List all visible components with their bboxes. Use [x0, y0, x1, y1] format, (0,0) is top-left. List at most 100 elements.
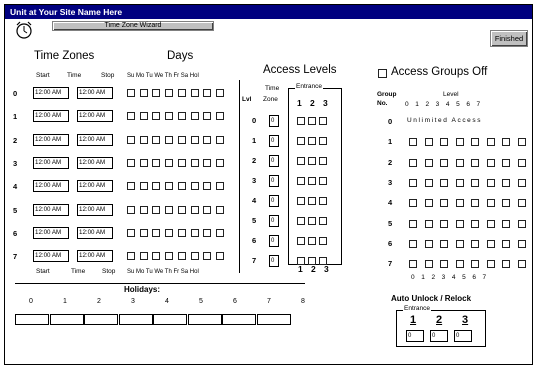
day-checkbox[interactable]: [127, 228, 135, 237]
group-level-checkbox[interactable]: [424, 138, 433, 147]
group-level-checkbox[interactable]: [517, 219, 526, 228]
entrance-checkbox[interactable]: [319, 157, 327, 165]
group-level-checkbox[interactable]: [440, 219, 448, 228]
day-checkbox[interactable]: [215, 135, 224, 144]
entrance-checkbox[interactable]: [308, 177, 316, 185]
day-checkbox[interactable]: [190, 112, 199, 121]
holiday-date-field[interactable]: [153, 314, 187, 325]
start-time-field[interactable]: 12:00 AM: [33, 180, 69, 193]
finished-button[interactable]: Finished: [490, 30, 528, 47]
day-checkbox[interactable]: [215, 158, 224, 167]
entrance-checkbox[interactable]: [308, 217, 316, 225]
day-checkbox[interactable]: [127, 89, 135, 97]
day-checkbox[interactable]: [139, 182, 148, 191]
day-checkbox[interactable]: [215, 182, 224, 191]
group-level-checkbox[interactable]: [409, 260, 417, 269]
day-checkbox[interactable]: [203, 252, 212, 261]
group-level-checkbox[interactable]: [502, 260, 510, 269]
day-checkbox[interactable]: [139, 252, 148, 261]
day-checkbox[interactable]: [190, 182, 199, 191]
holiday-date-field[interactable]: [49, 314, 84, 325]
start-time-field[interactable]: 12:00 AM: [33, 87, 69, 99]
group-level-checkbox[interactable]: [409, 138, 417, 147]
group-level-checkbox[interactable]: [486, 239, 495, 248]
time-zone-wizard-button[interactable]: Time Zone Wizard: [52, 21, 214, 31]
entrance-checkbox[interactable]: [308, 237, 316, 245]
time-zone-field[interactable]: 0: [269, 155, 279, 167]
day-checkbox[interactable]: [139, 135, 148, 144]
group-level-checkbox[interactable]: [502, 158, 510, 167]
day-checkbox[interactable]: [152, 112, 161, 121]
group-level-checkbox[interactable]: [502, 199, 510, 208]
group-level-checkbox[interactable]: [486, 260, 495, 269]
entrance-checkbox[interactable]: [297, 197, 305, 205]
start-time-field[interactable]: 12:00 AM: [33, 226, 69, 239]
group-level-checkbox[interactable]: [409, 219, 417, 228]
time-zone-field[interactable]: 0: [269, 215, 279, 227]
stop-time-field[interactable]: 12:00 AM: [77, 226, 113, 239]
group-level-checkbox[interactable]: [471, 260, 479, 269]
day-checkbox[interactable]: [152, 252, 161, 261]
day-checkbox[interactable]: [127, 252, 135, 261]
day-checkbox[interactable]: [152, 135, 161, 144]
day-checkbox[interactable]: [203, 158, 212, 167]
group-level-checkbox[interactable]: [455, 219, 464, 228]
day-checkbox[interactable]: [215, 205, 224, 214]
group-level-checkbox[interactable]: [440, 199, 448, 208]
day-checkbox[interactable]: [127, 135, 135, 144]
day-checkbox[interactable]: [177, 112, 186, 121]
entrance-checkbox[interactable]: [319, 177, 327, 185]
day-checkbox[interactable]: [190, 205, 199, 214]
group-level-checkbox[interactable]: [471, 239, 479, 248]
group-level-checkbox[interactable]: [440, 239, 448, 248]
group-level-checkbox[interactable]: [424, 219, 433, 228]
entrance-checkbox[interactable]: [319, 237, 327, 245]
group-level-checkbox[interactable]: [424, 239, 433, 248]
day-checkbox[interactable]: [165, 158, 174, 167]
holiday-date-field[interactable]: [15, 314, 49, 325]
day-checkbox[interactable]: [139, 158, 148, 167]
group-level-checkbox[interactable]: [409, 239, 417, 248]
group-level-checkbox[interactable]: [455, 178, 464, 187]
day-checkbox[interactable]: [203, 112, 212, 121]
group-level-checkbox[interactable]: [486, 178, 495, 187]
group-level-checkbox[interactable]: [455, 158, 464, 167]
group-level-checkbox[interactable]: [502, 219, 510, 228]
day-checkbox[interactable]: [152, 89, 161, 97]
day-checkbox[interactable]: [215, 228, 224, 237]
group-level-checkbox[interactable]: [471, 138, 479, 147]
entrance-checkbox[interactable]: [297, 217, 305, 225]
group-level-checkbox[interactable]: [517, 260, 526, 269]
group-level-checkbox[interactable]: [455, 260, 464, 269]
entrance-checkbox[interactable]: [297, 117, 305, 125]
time-zone-field[interactable]: 0: [269, 195, 279, 207]
stop-time-field[interactable]: 12:00 AM: [77, 203, 113, 216]
group-level-checkbox[interactable]: [517, 138, 526, 147]
group-level-checkbox[interactable]: [471, 199, 479, 208]
day-checkbox[interactable]: [177, 182, 186, 191]
group-level-checkbox[interactable]: [502, 239, 510, 248]
group-level-checkbox[interactable]: [471, 178, 479, 187]
day-checkbox[interactable]: [177, 89, 186, 97]
group-level-checkbox[interactable]: [517, 158, 526, 167]
stop-time-field[interactable]: 12:00 AM: [77, 250, 113, 263]
day-checkbox[interactable]: [190, 89, 199, 97]
group-level-checkbox[interactable]: [440, 178, 448, 187]
day-checkbox[interactable]: [203, 205, 212, 214]
day-checkbox[interactable]: [165, 252, 174, 261]
auto-unlock-field[interactable]: 0: [454, 330, 472, 342]
day-checkbox[interactable]: [177, 158, 186, 167]
start-time-field[interactable]: 12:00 AM: [33, 203, 69, 216]
entrance-checkbox[interactable]: [319, 117, 327, 125]
day-checkbox[interactable]: [190, 252, 199, 261]
stop-time-field[interactable]: 12:00 AM: [77, 180, 113, 193]
entrance-checkbox[interactable]: [319, 197, 327, 205]
holiday-date-field[interactable]: [187, 314, 222, 325]
holiday-date-field[interactable]: [84, 314, 118, 325]
day-checkbox[interactable]: [203, 135, 212, 144]
group-level-checkbox[interactable]: [517, 178, 526, 187]
day-checkbox[interactable]: [177, 228, 186, 237]
day-checkbox[interactable]: [152, 228, 161, 237]
day-checkbox[interactable]: [177, 135, 186, 144]
group-level-checkbox[interactable]: [409, 158, 417, 167]
